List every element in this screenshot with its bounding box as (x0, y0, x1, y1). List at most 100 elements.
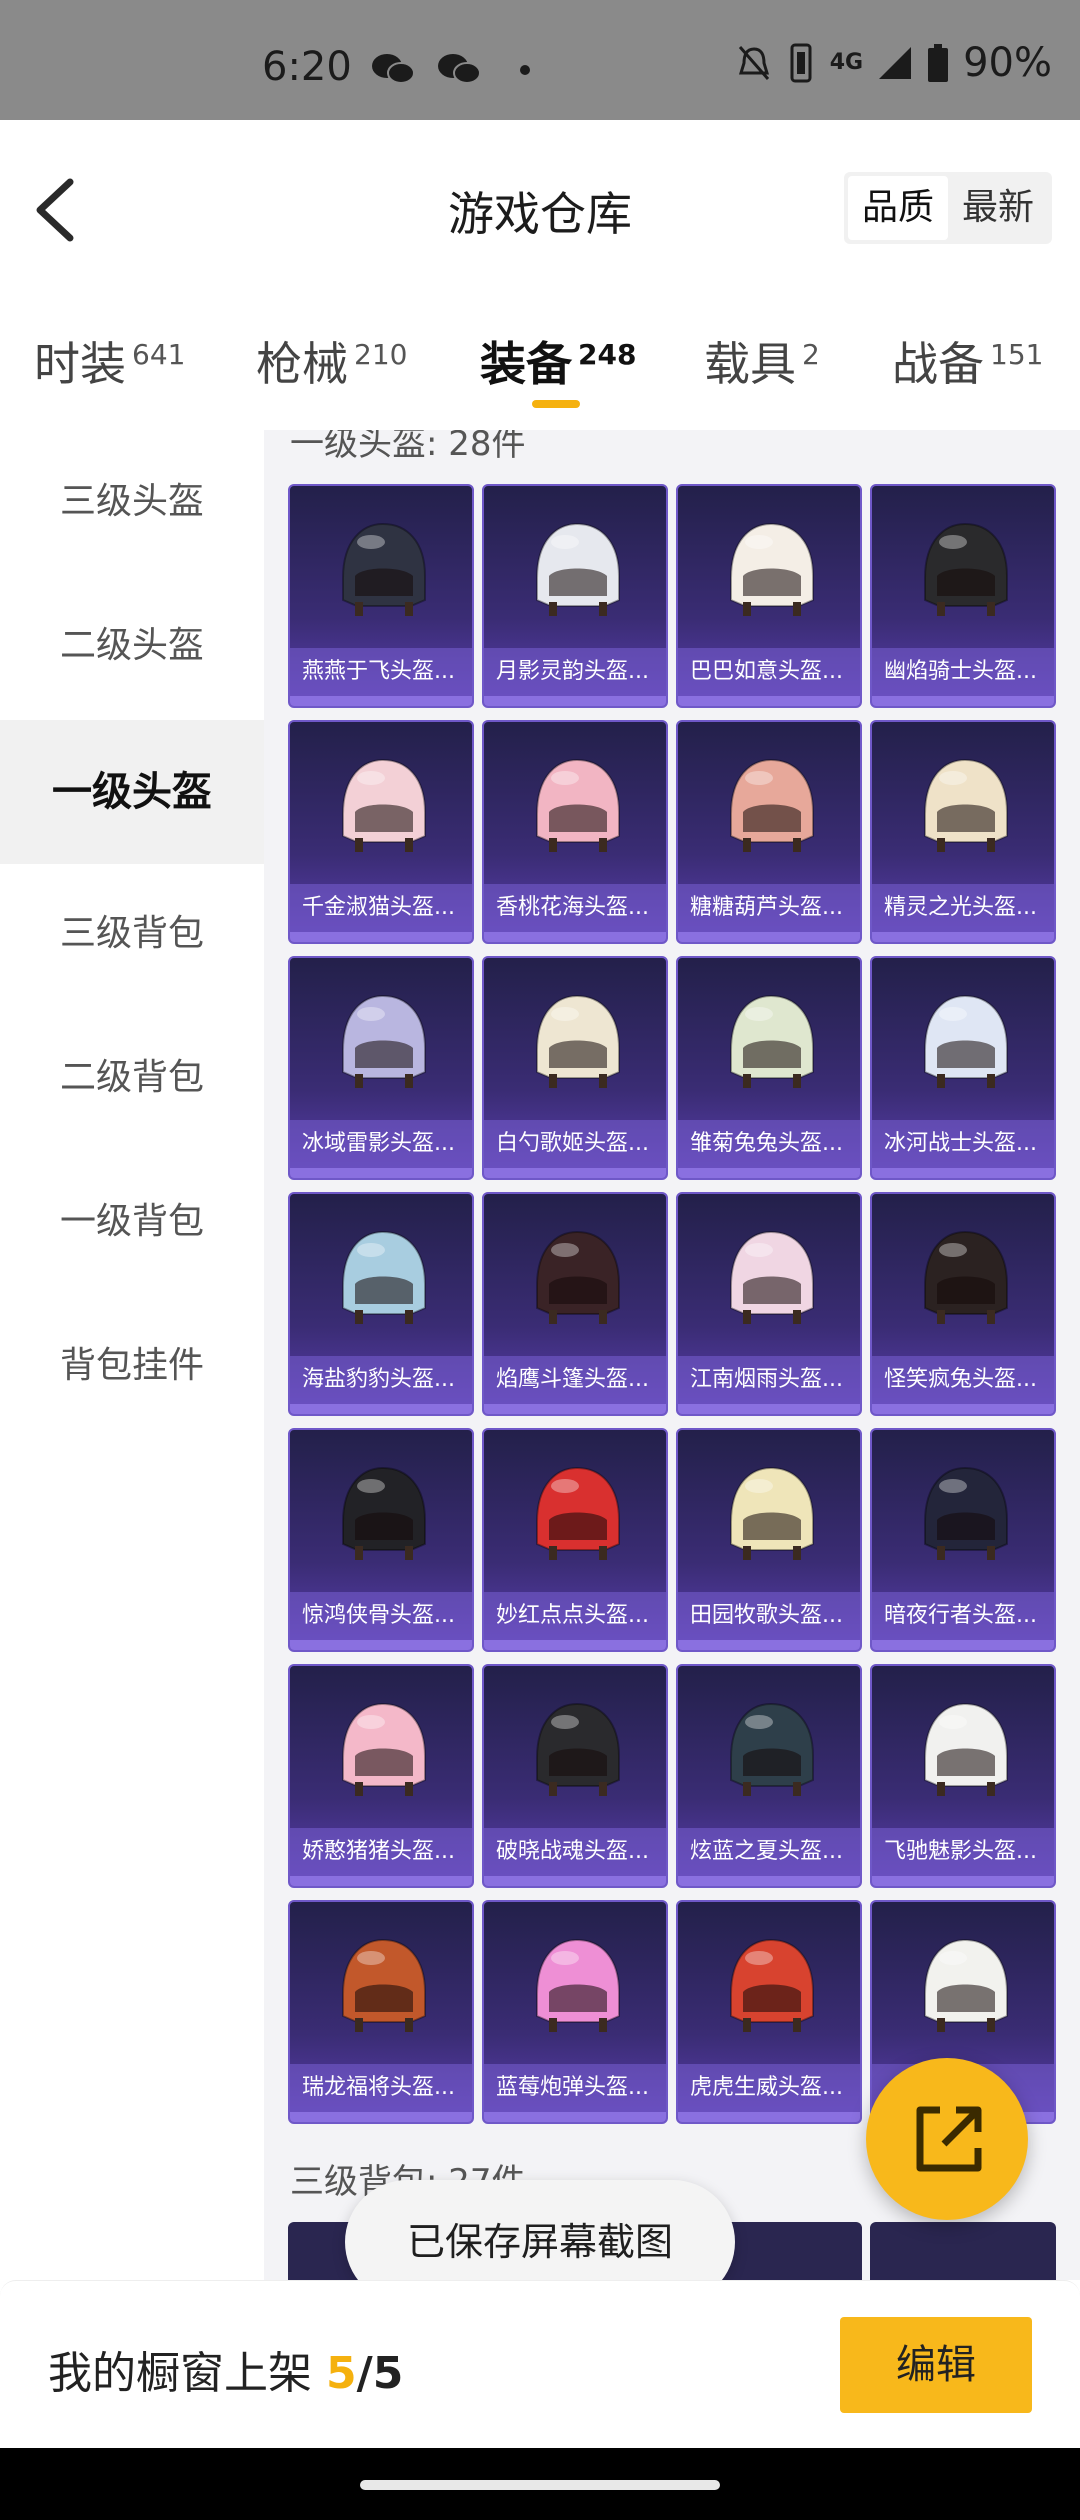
helmet-item-card[interactable]: 娇憨猪猪头盔... (288, 1664, 474, 1888)
sidebar-item-level3-helmet[interactable]: 三级头盔 (0, 430, 264, 574)
helmet-item-name: 江南烟雨头盔... (678, 1356, 860, 1404)
helmet-item-name: 娇憨猪猪头盔... (290, 1828, 472, 1876)
helmet-icon (924, 1938, 1008, 2032)
helmet-item-card[interactable]: 香桃花海头盔... (482, 720, 668, 944)
showcase-label-text: 我的橱窗上架 (48, 2348, 326, 2399)
helmet-icon (924, 1230, 1008, 1324)
helmet-item-name: 飞驰魅影头盔... (872, 1828, 1054, 1876)
helmet-item-card[interactable]: 蓝莓炮弹头盔... (482, 1900, 668, 2124)
section-title: 一级头盔: 28件 (290, 430, 526, 464)
helmet-item-card[interactable]: 惊鸿侠骨头盔... (288, 1428, 474, 1652)
helmet-item-card[interactable]: 炫蓝之夏头盔... (676, 1664, 862, 1888)
tab-supplies[interactable]: 战备 151 (892, 328, 1043, 394)
helmet-item-card[interactable]: 白勺歌姬头盔... (482, 956, 668, 1180)
helmet-item-card[interactable]: 巴巴如意头盔... (676, 484, 862, 708)
tab-equipment[interactable]: 装备 248 (480, 328, 636, 394)
home-gesture-handle[interactable] (360, 2480, 720, 2490)
tab-vehicles[interactable]: 载具 2 (704, 328, 820, 394)
helmet-item-card[interactable]: 妙红点点头盔... (482, 1428, 668, 1652)
status-icons: 4G 90% (736, 40, 1052, 86)
helmet-item-card[interactable]: 暗夜行者头盔... (870, 1428, 1056, 1652)
helmet-item-card[interactable]: 破晓战魂头盔... (482, 1664, 668, 1888)
helmet-item-name: 燕燕于飞头盔... (290, 648, 472, 696)
helmet-icon (730, 1938, 814, 2032)
helmet-item-name: 精灵之光头盔... (872, 884, 1054, 932)
sidebar-item-level1-backpack[interactable]: 一级背包 (0, 1150, 264, 1294)
sidebar-item-backpack-charm[interactable]: 背包挂件 (0, 1294, 264, 1438)
helmet-item-name: 千金淑猫头盔... (290, 884, 472, 932)
subcategory-sidebar: 三级头盔 二级头盔 一级头盔 三级背包 二级背包 一级背包 背包挂件 (0, 430, 264, 2280)
helmet-item-name: 雏菊兔兔头盔... (678, 1120, 860, 1168)
helmet-item-name: 冰河战士头盔... (872, 1120, 1054, 1168)
helmet-item-card[interactable]: 燕燕于飞头盔... (288, 484, 474, 708)
helmet-item-name: 炫蓝之夏头盔... (678, 1828, 860, 1876)
helmet-item-name: 焰鹰斗篷头盔... (484, 1356, 666, 1404)
tab-count: 210 (354, 337, 408, 371)
share-fab-button[interactable] (866, 2058, 1028, 2220)
sort-toggle: 品质 最新 (843, 172, 1052, 244)
helmet-item-name: 虎虎生威头盔... (678, 2064, 860, 2112)
helmet-item-card[interactable]: 雏菊兔兔头盔... (676, 956, 862, 1180)
edit-button[interactable]: 编辑 (840, 2317, 1032, 2413)
page-header: 游戏仓库 品质 最新 (0, 120, 1080, 300)
rarity-bar (290, 1876, 472, 1886)
rarity-bar (290, 932, 472, 942)
helmet-item-name: 破晓战魂头盔... (484, 1828, 666, 1876)
helmet-icon (342, 1230, 426, 1324)
system-nav-bar (0, 2448, 1080, 2520)
tab-label: 战备 (892, 337, 984, 391)
rarity-bar (290, 1168, 472, 1178)
tab-fashion[interactable]: 时装 641 (34, 328, 185, 394)
helmet-icon (730, 994, 814, 1088)
sidebar-item-level3-backpack[interactable]: 三级背包 (0, 862, 264, 1006)
tab-count: 2 (802, 337, 820, 371)
rarity-bar (678, 1640, 860, 1650)
tab-firearms[interactable]: 枪械 210 (256, 328, 407, 394)
item-card-peek[interactable] (870, 2222, 1056, 2280)
helmet-item-card[interactable]: 怪笑疯兔头盔... (870, 1192, 1056, 1416)
helmet-item-card[interactable]: 幽焰骑士头盔... (870, 484, 1056, 708)
category-tabs: 时装 641 枪械 210 装备 248 载具 2 战备 151 (0, 300, 1080, 430)
helmet-item-card[interactable]: 月影灵韵头盔... (482, 484, 668, 708)
sidebar-item-level2-backpack[interactable]: 二级背包 (0, 1006, 264, 1150)
helmet-item-name: 田园牧歌头盔... (678, 1592, 860, 1640)
vibrate-icon (790, 43, 812, 83)
rarity-bar (484, 932, 666, 942)
helmet-item-name: 怪笑疯兔头盔... (872, 1356, 1054, 1404)
rarity-bar (290, 696, 472, 706)
helmet-item-card[interactable]: 飞驰魅影头盔... (870, 1664, 1056, 1888)
helmet-item-card[interactable]: 虎虎生威头盔... (676, 1900, 862, 2124)
helmet-item-card[interactable]: 江南烟雨头盔... (676, 1192, 862, 1416)
helmet-item-card[interactable]: 精灵之光头盔... (870, 720, 1056, 944)
active-tab-indicator (532, 400, 580, 408)
rarity-bar (678, 696, 860, 706)
helmet-icon (730, 522, 814, 616)
helmet-icon (536, 1938, 620, 2032)
rarity-bar (678, 1876, 860, 1886)
helmet-icon (924, 522, 1008, 616)
sort-newest-button[interactable]: 最新 (948, 176, 1048, 240)
helmet-item-card[interactable]: 焰鹰斗篷头盔... (482, 1192, 668, 1416)
sidebar-item-level1-helmet[interactable]: 一级头盔 (0, 720, 264, 864)
item-grid-panel[interactable]: 一级头盔: 28件 燕燕于飞头盔... 月影灵韵头盔... 巴巴如意头盔... 幽焰骑… (264, 430, 1080, 2280)
helmet-item-card[interactable]: 冰河战士头盔... (870, 956, 1056, 1180)
tab-count: 248 (578, 337, 637, 371)
wechat-icon (438, 54, 481, 84)
helmet-item-card[interactable]: 海盐豹豹头盔... (288, 1192, 474, 1416)
helmet-icon (536, 1230, 620, 1324)
helmet-item-card[interactable]: 千金淑猫头盔... (288, 720, 474, 944)
wechat-icon (372, 54, 415, 84)
sort-quality-button[interactable]: 品质 (847, 176, 948, 240)
helmet-item-card[interactable]: 冰域雷影头盔... (288, 956, 474, 1180)
helmet-item-card[interactable]: 糖糖葫芦头盔... (676, 720, 862, 944)
showcase-footer: 我的橱窗上架 5/5 编辑 (0, 2280, 1080, 2448)
helmet-item-name: 海盐豹豹头盔... (290, 1356, 472, 1404)
helmet-item-card[interactable]: 田园牧歌头盔... (676, 1428, 862, 1652)
rarity-bar (290, 1404, 472, 1414)
helmet-item-name: 月影灵韵头盔... (484, 648, 666, 696)
helmet-item-card[interactable]: 瑞龙福将头盔... (288, 1900, 474, 2124)
helmet-icon (536, 994, 620, 1088)
showcase-count-separator: / (356, 2348, 373, 2399)
sidebar-item-level2-helmet[interactable]: 二级头盔 (0, 574, 264, 718)
helmet-icon (924, 1702, 1008, 1796)
